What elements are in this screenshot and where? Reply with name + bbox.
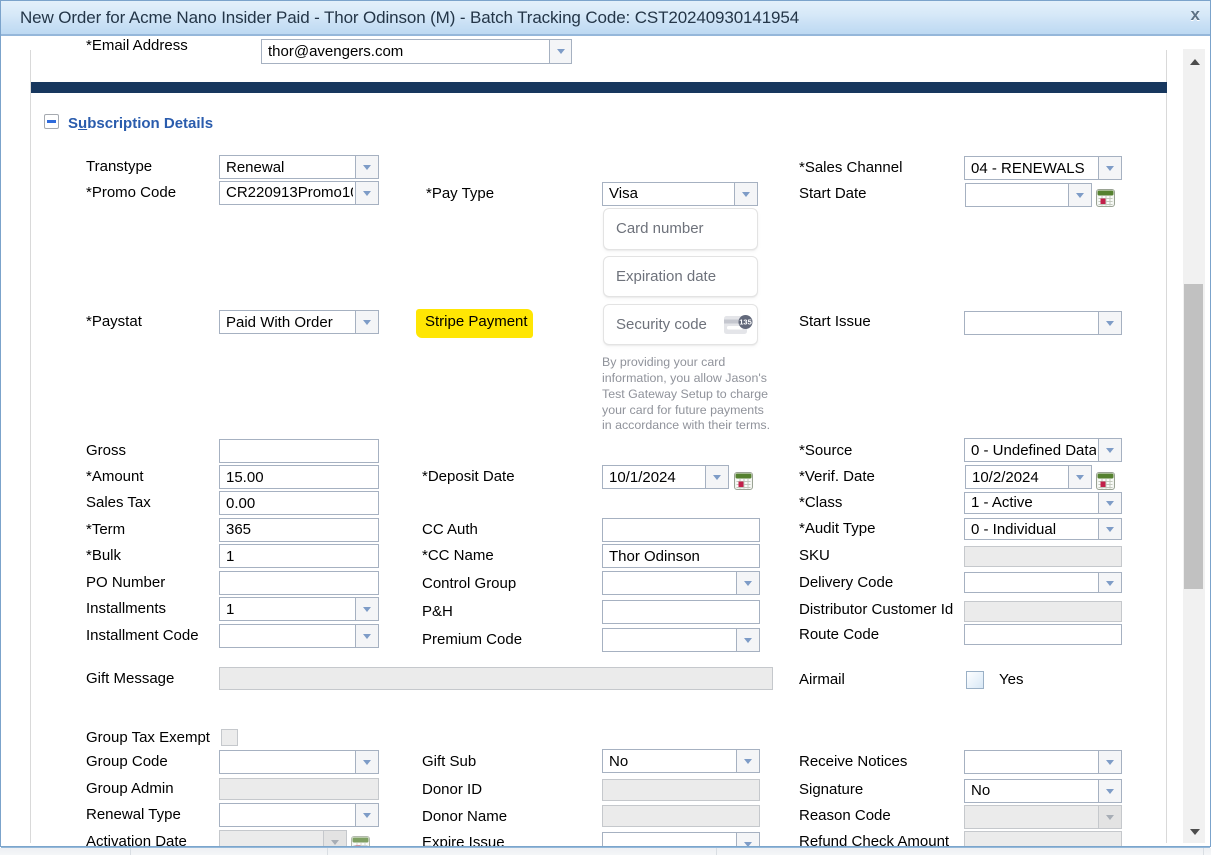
svg-text:135: 135 (739, 318, 752, 327)
